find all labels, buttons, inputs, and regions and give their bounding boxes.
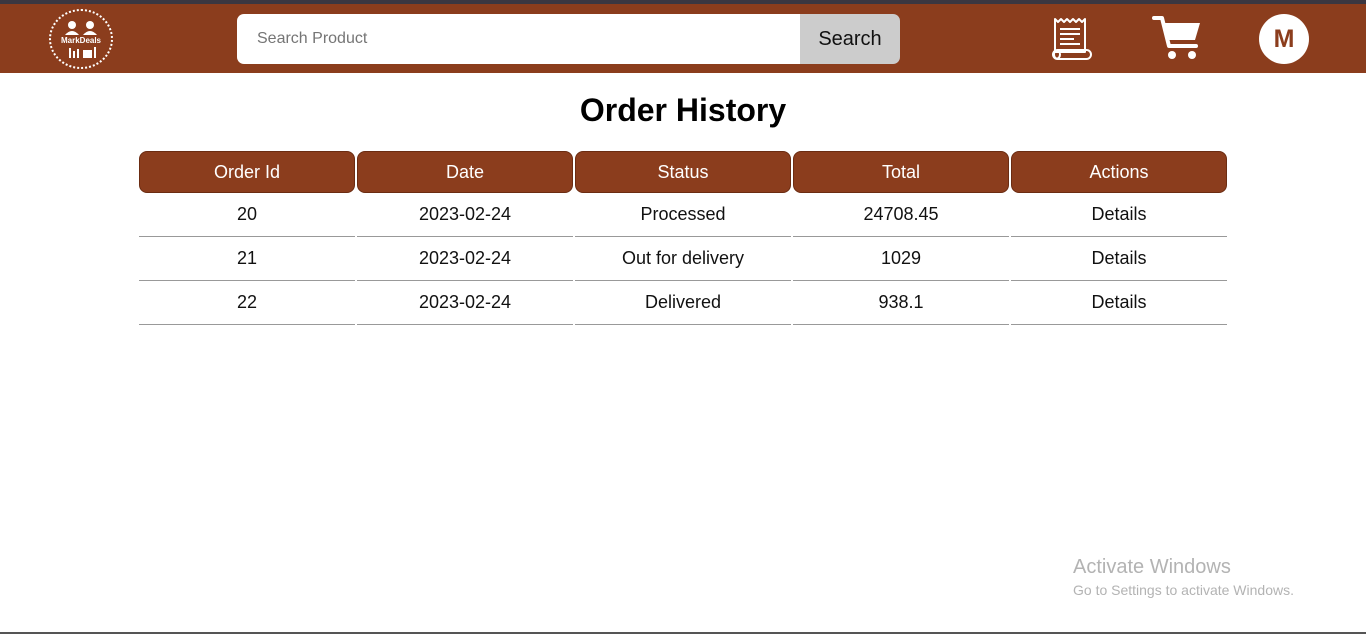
watermark-subtitle: Go to Settings to activate Windows. [1073,582,1294,598]
search-input[interactable] [237,14,800,64]
orders-table: Order Id Date Status Total Actions 20 20… [137,151,1229,325]
order-id-cell: 21 [139,237,355,281]
order-date-cell: 2023-02-24 [357,281,573,325]
details-link[interactable]: Details [1011,281,1227,325]
order-date-cell: 2023-02-24 [357,237,573,281]
table-row: 20 2023-02-24 Processed 24708.45 Details [139,193,1227,237]
navbar: MarkDeals Search M [0,4,1366,73]
watermark-title: Activate Windows [1073,556,1231,578]
order-total-cell: 938.1 [793,281,1009,325]
header-actions: Actions [1011,151,1227,193]
header-total: Total [793,151,1009,193]
order-date-cell: 2023-02-24 [357,193,573,237]
header-date: Date [357,151,573,193]
orders-receipt-icon[interactable] [1049,16,1095,62]
details-link[interactable]: Details [1011,193,1227,237]
table-header-row: Order Id Date Status Total Actions [139,151,1227,193]
table-row: 21 2023-02-24 Out for delivery 1029 Deta… [139,237,1227,281]
header-status: Status [575,151,791,193]
order-status-cell: Processed [575,193,791,237]
page-title: Order History [579,92,787,128]
header-order-id: Order Id [139,151,355,193]
order-total-cell: 1029 [793,237,1009,281]
cart-icon[interactable] [1152,14,1204,62]
order-status-cell: Delivered [575,281,791,325]
order-id-cell: 20 [139,193,355,237]
order-total-cell: 24708.45 [793,193,1009,237]
windows-activation-watermark: Activate Windows Go to Settings to activ… [1073,556,1294,598]
brand-logo[interactable]: MarkDeals [49,9,113,69]
search-button[interactable]: Search [800,14,900,64]
order-id-cell: 22 [139,281,355,325]
order-status-cell: Out for delivery [575,237,791,281]
search-bar: Search [237,14,900,64]
details-link[interactable]: Details [1011,237,1227,281]
table-row: 22 2023-02-24 Delivered 938.1 Details [139,281,1227,325]
logo-text: MarkDeals [60,36,102,45]
user-avatar[interactable]: M [1259,14,1309,64]
